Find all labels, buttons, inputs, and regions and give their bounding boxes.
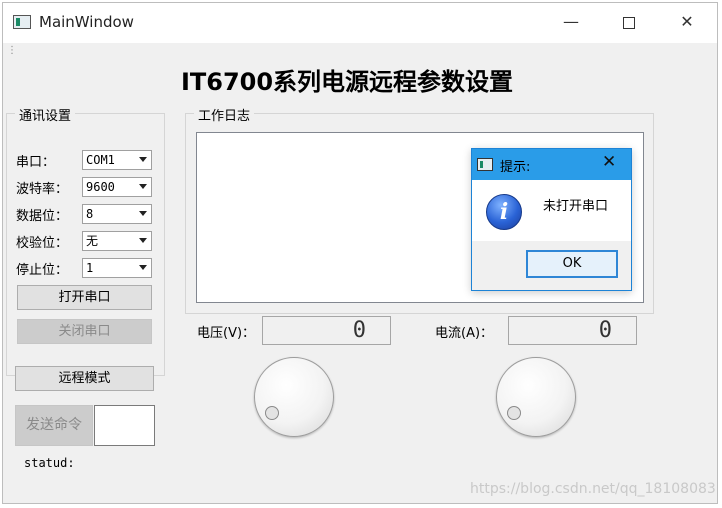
close-button[interactable]: ✕ — [663, 7, 711, 37]
chevron-down-icon — [139, 211, 147, 216]
baud-label: 波特率： — [16, 182, 69, 197]
stopbits-select[interactable]: 1 — [82, 258, 152, 278]
page-title: IT6700系列电源远程参数设置 — [180, 68, 514, 96]
voltage-display: 0 — [262, 316, 391, 345]
databits-label: 数据位： — [16, 209, 69, 224]
parity-select[interactable]: 无 — [82, 231, 152, 251]
voltage-dial[interactable] — [254, 357, 334, 437]
chevron-down-icon — [139, 265, 147, 270]
stopbits-select-value: 1 — [86, 261, 94, 275]
window-title: MainWindow — [39, 13, 134, 31]
databits-select[interactable]: 8 — [82, 204, 152, 224]
close-port-button[interactable]: 关闭串口 — [17, 319, 152, 344]
command-input[interactable] — [94, 405, 155, 446]
parity-select-value: 无 — [86, 234, 99, 248]
maximize-icon — [623, 16, 635, 29]
baud-select-value: 9600 — [86, 180, 115, 194]
ok-button[interactable]: OK — [526, 250, 618, 278]
send-command-button[interactable]: 发送命令 — [15, 405, 93, 446]
app-icon — [477, 158, 493, 171]
parity-label: 校验位： — [16, 236, 69, 251]
dialog-title-bar[interactable]: 提示: ✕ — [472, 149, 631, 180]
title-bar[interactable]: MainWindow — ✕ — [3, 3, 717, 43]
maximize-button[interactable] — [605, 7, 653, 37]
dial-notch-icon — [265, 406, 279, 420]
port-label: 串口： — [16, 155, 56, 170]
message-dialog: 提示: ✕ i 未打开串口 OK — [471, 148, 632, 291]
stopbits-label: 停止位： — [16, 263, 69, 278]
current-dial[interactable] — [496, 357, 576, 437]
info-icon: i — [486, 194, 522, 230]
chevron-down-icon — [139, 238, 147, 243]
dialog-title: 提示: — [500, 160, 531, 175]
dial-notch-icon — [507, 406, 521, 420]
dialog-close-button[interactable]: ✕ — [602, 152, 616, 172]
current-display: 0 — [508, 316, 637, 345]
port-select-value: COM1 — [86, 153, 115, 167]
minimize-button[interactable]: — — [547, 7, 595, 37]
databits-select-value: 8 — [86, 207, 94, 221]
open-port-button[interactable]: 打开串口 — [17, 285, 152, 310]
watermark: https://blog.csdn.net/qq_18108083 — [470, 481, 716, 497]
app-icon — [13, 15, 31, 29]
dialog-body: i 未打开串口 — [472, 180, 631, 241]
current-label: 电流(A)： — [435, 326, 494, 341]
remote-mode-button[interactable]: 远程模式 — [15, 366, 154, 391]
status-label: statud: — [24, 456, 75, 470]
port-select[interactable]: COM1 — [82, 150, 152, 170]
baud-select[interactable]: 9600 — [82, 177, 152, 197]
voltage-label: 电压(V)： — [197, 326, 256, 341]
chevron-down-icon — [139, 157, 147, 162]
chevron-down-icon — [139, 184, 147, 189]
work-log-label: 工作日志 — [194, 105, 255, 124]
toolbar-grip-icon: ⋮ — [7, 45, 17, 56]
dialog-message: 未打开串口 — [543, 199, 609, 214]
comm-settings-label: 通讯设置 — [15, 105, 76, 124]
